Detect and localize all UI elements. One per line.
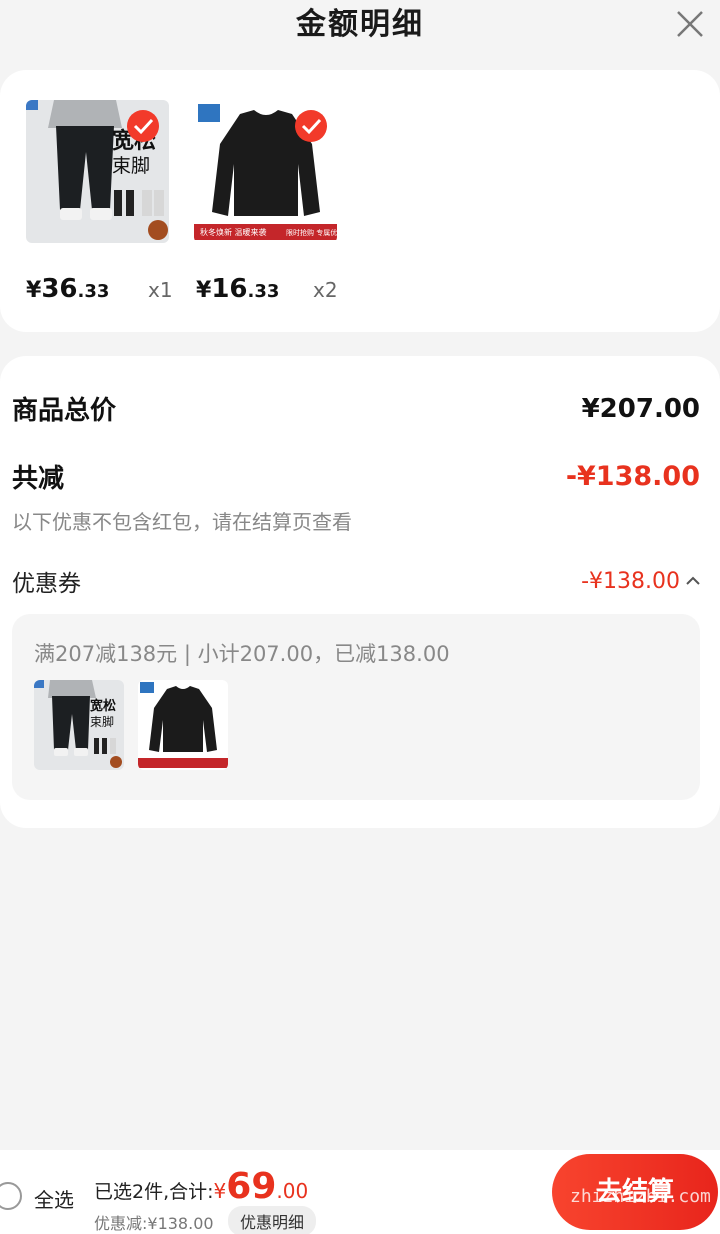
price-decimal: .33 bbox=[247, 281, 280, 302]
product-item[interactable]: 秋冬焕新 温暖来袭 限时抢购 专属优惠 bbox=[194, 100, 339, 243]
price-currency: ¥ bbox=[196, 278, 212, 303]
product-item[interactable]: 宽松 束脚 bbox=[26, 100, 171, 243]
coupon-thumb-sweater bbox=[138, 680, 228, 770]
coupon-description: 满207减138元 | 小计207.00，已减138.00 bbox=[34, 642, 450, 666]
watermark: zhizhizhi.com bbox=[570, 1186, 711, 1207]
selected-count: 已选2件,合计: bbox=[94, 1181, 214, 1203]
reduce-label: 共减 bbox=[12, 464, 65, 494]
check-icon[interactable] bbox=[127, 110, 159, 142]
chevron-up-icon[interactable] bbox=[686, 576, 700, 586]
products-card: 宽松 束脚 ¥ 36 .33 x1 秋冬焕新 温暖来袭 限时抢购 专属优惠 bbox=[0, 70, 720, 332]
product-quantity: x2 bbox=[313, 278, 338, 302]
price-decimal: .33 bbox=[77, 281, 110, 302]
sweater-banner-left: 秋冬焕新 温暖来袭 bbox=[200, 227, 267, 237]
close-icon[interactable] bbox=[674, 8, 706, 40]
reduce-row: 共减 -¥138.00 bbox=[12, 458, 700, 495]
discount-detail-button[interactable]: 优惠明细 bbox=[228, 1206, 317, 1234]
header: 金额明细 bbox=[0, 0, 720, 60]
thumb-text-big: 宽松 bbox=[89, 698, 116, 714]
thumb-text-sub: 束脚 bbox=[90, 714, 114, 729]
price-detail-card: 商品总价 ¥207.00 共减 -¥138.00 以下优惠不包含红包，请在结算页… bbox=[0, 356, 720, 828]
total-integer: 69 bbox=[226, 1166, 277, 1207]
price-currency: ¥ bbox=[26, 278, 42, 303]
coupon-label: 优惠券 bbox=[12, 571, 81, 597]
page-title: 金额明细 bbox=[296, 7, 424, 42]
bottom-bar: 全选 已选2件,合计: ¥ 69 .00 优惠减:¥138.00 优惠明细 去结… bbox=[0, 1150, 720, 1234]
product-price: ¥ 36 .33 bbox=[26, 274, 109, 304]
product-quantity: x1 bbox=[148, 278, 173, 302]
total-decimal: .00 bbox=[276, 1179, 309, 1203]
total-value: ¥207.00 bbox=[581, 393, 700, 424]
total-currency: ¥ bbox=[213, 1179, 227, 1203]
select-all-radio[interactable] bbox=[0, 1182, 22, 1210]
sweater-banner-right: 限时抢购 专属优惠 bbox=[286, 228, 337, 237]
coupon-value: -¥138.00 bbox=[581, 568, 680, 594]
discount-note: 以下优惠不包含红包，请在结算页查看 bbox=[12, 510, 352, 534]
product-price: ¥ 16 .33 bbox=[196, 274, 279, 304]
check-icon[interactable] bbox=[295, 110, 327, 142]
discount-amount: 优惠减:¥138.00 bbox=[94, 1214, 214, 1233]
coupon-thumb-pants: 宽松 束脚 bbox=[34, 680, 124, 770]
product-image-sweater[interactable]: 秋冬焕新 温暖来袭 限时抢购 专属优惠 bbox=[194, 100, 337, 243]
total-row: 商品总价 ¥207.00 bbox=[12, 390, 700, 427]
coupon-row[interactable]: 优惠券 -¥138.00 bbox=[12, 564, 700, 598]
select-all-label[interactable]: 全选 bbox=[34, 1184, 74, 1213]
pants-image-text-sub: 束脚 bbox=[112, 155, 150, 177]
selected-total: 已选2件,合计: ¥ 69 .00 bbox=[94, 1166, 308, 1207]
product-image-pants[interactable]: 宽松 束脚 bbox=[26, 100, 169, 243]
price-integer: 16 bbox=[211, 274, 248, 304]
coupon-value-group[interactable]: -¥138.00 bbox=[581, 569, 700, 594]
total-label: 商品总价 bbox=[12, 396, 117, 426]
price-integer: 36 bbox=[41, 274, 78, 304]
coupon-detail-box: 满207减138元 | 小计207.00，已减138.00 宽松 束脚 bbox=[12, 614, 700, 800]
reduce-value: -¥138.00 bbox=[565, 461, 700, 492]
